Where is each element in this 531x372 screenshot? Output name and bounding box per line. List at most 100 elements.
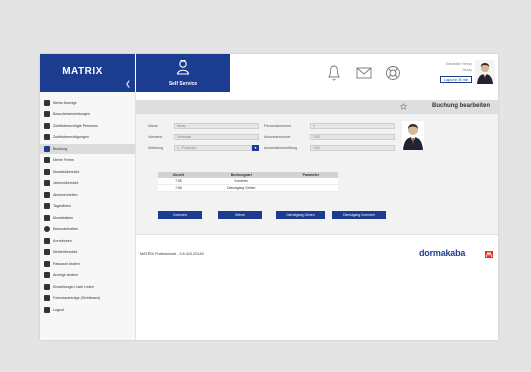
sidebar-item-passwort-aendern[interactable]: Passwort ändern xyxy=(40,259,135,269)
dienstgang-gehen-button[interactable]: Dienstgang Gehen xyxy=(276,211,325,219)
vorname-field[interactable]: Sebastian xyxy=(174,134,259,140)
sidebar-item-einstellungen-listen[interactable]: Einstellungen Liste Listen xyxy=(40,282,135,292)
brand-header: MATRIX ❮ xyxy=(40,54,135,92)
sidebar-item-logout[interactable]: Logout xyxy=(40,305,135,315)
printer-icon xyxy=(44,295,50,302)
ausweisnummer-field[interactable]: 1000 xyxy=(310,134,395,140)
sidebar-item-label: Zutrittsberechtigungen xyxy=(53,135,89,140)
help-lifebuoy-icon[interactable] xyxy=(385,64,401,82)
booking-icon xyxy=(44,145,50,152)
sidebar-item-meine-anzeige[interactable]: Meine Anzeige xyxy=(40,98,135,108)
user-name: Sebastian Nessy xyxy=(445,62,472,66)
kommen-button[interactable]: Kommen xyxy=(158,211,202,219)
sidebar-item-formularantraege[interactable]: Formularanträge (Sichtbaren) xyxy=(40,294,135,304)
sidebar-item-label: Passwort ändern xyxy=(53,261,80,266)
chart-icon xyxy=(44,168,50,175)
name-label: Name xyxy=(148,124,158,128)
sidebar-item-label: Korrekturen xyxy=(53,238,72,243)
vorname-label: Vorname xyxy=(148,135,163,139)
logout-icon xyxy=(44,306,50,313)
sidebar-item-anzeige-aendern[interactable]: Anzeige ändern xyxy=(40,271,135,281)
dormakaba-logo-mark-icon xyxy=(485,251,493,258)
key-icon xyxy=(44,260,50,267)
personalnummer-label: Personalnummer xyxy=(264,124,292,128)
gehen-button[interactable]: Gehen xyxy=(218,211,262,219)
abteilung-select[interactable]: 1 - Produktion xyxy=(174,145,252,151)
user-role: Nessy xyxy=(462,68,472,72)
dienstgang-kommen-button[interactable]: Dienstgang Kommen xyxy=(332,211,386,219)
alert-icon xyxy=(44,226,50,233)
sidebar-item-jahresuebersicht[interactable]: Jahresübersicht xyxy=(40,179,135,189)
sidebar-item-zutrittsberechtigte-personen[interactable]: Zutrittsberechtigte Personen xyxy=(40,121,135,131)
sidebar-item-monatsuebersicht[interactable]: Monatsübersicht xyxy=(40,167,135,177)
sidebar-item-label: Meldeübersicht xyxy=(53,250,78,255)
sidebar-item-label: Zutrittsberechtigte Personen xyxy=(53,123,99,128)
ausweisbeschriftung-label: Ausweisbeschriftung xyxy=(264,146,297,150)
pin-icon xyxy=(44,191,50,198)
mail-icon[interactable] xyxy=(356,64,372,82)
sidebar-item-korrekturen[interactable]: Korrekturen xyxy=(40,236,135,246)
collapse-sidebar-chevron-icon[interactable]: ❮ xyxy=(125,80,131,88)
line-chart-icon xyxy=(44,214,50,221)
sidebar-item-label: Besucheranmeldungen xyxy=(53,112,90,117)
ausweisbeschriftung-field[interactable]: 1000 xyxy=(310,145,395,151)
avatar[interactable] xyxy=(475,60,495,84)
personalnummer-field[interactable]: 0 xyxy=(310,123,395,129)
sidebar-item-label: Besonderheiten xyxy=(53,227,79,232)
sidebar-item-besucheranmeldungen[interactable]: Besucheranmeldungen xyxy=(40,110,135,120)
sidebar-item-buchung[interactable]: Buchung xyxy=(40,144,135,154)
app-window: MATRIX ❮ Self Service Sebastian Nessy Ne… xyxy=(40,54,498,340)
sidebar-item-abwesenheiten[interactable]: Abwesenheiten xyxy=(40,190,135,200)
table-cell: 7:58 xyxy=(158,184,199,192)
sidebar-item-zutrittsberechtigungen[interactable]: Zutrittsberechtigungen xyxy=(40,133,135,143)
chevron-down-icon[interactable]: ▾ xyxy=(252,145,259,151)
sidebar-item-meldeuebersicht[interactable]: Meldeübersicht xyxy=(40,248,135,258)
dormakaba-logo: dormakaba xyxy=(419,248,466,258)
inbox-icon xyxy=(44,249,50,256)
sidebar: Meine Anzeige Besucheranmeldungen Zutrit… xyxy=(40,92,136,340)
sidebar-item-label: Monatslisten xyxy=(53,215,74,220)
people-chart-icon xyxy=(44,180,50,187)
table-cell: Dienstgang Gehen xyxy=(198,184,284,192)
table-cell xyxy=(283,184,338,192)
list-icon xyxy=(44,283,50,290)
sidebar-item-label: Monatsübersicht xyxy=(53,169,80,174)
footer-version: MATRIX Professional - 3.8.410.20143 xyxy=(140,252,204,256)
page-title: Buchung bearbeiten xyxy=(431,103,490,109)
visitor-icon xyxy=(44,111,50,118)
booking-form: Name Nessy Vorname Sebastian Abteilung 1… xyxy=(136,114,498,234)
people-icon xyxy=(44,122,50,129)
favorite-star-icon[interactable] xyxy=(400,103,407,110)
vacation-icon xyxy=(44,157,50,164)
table-row[interactable]: 7:58 Dienstgang Gehen xyxy=(158,184,338,192)
sidebar-item-label: Logout xyxy=(53,307,64,312)
sidebar-item-label: Buchung xyxy=(53,146,68,151)
abteilung-label: Abteilung xyxy=(148,146,163,150)
sidebar-item-monatslisten[interactable]: Monatslisten xyxy=(40,213,135,223)
sidebar-item-label: Formularanträge (Sichtbaren) xyxy=(53,296,101,301)
logout-button[interactable]: Logout in 30 min xyxy=(440,76,472,83)
page-header: Buchung bearbeiten xyxy=(136,100,498,114)
sidebar-item-label: Anzeige ändern xyxy=(53,273,79,278)
sidebar-item-label: Meine Ferien xyxy=(53,158,74,163)
sidebar-item-label: Meine Anzeige xyxy=(53,100,77,105)
self-service-person-icon xyxy=(176,60,190,75)
sidebar-item-meine-ferien[interactable]: Meine Ferien xyxy=(40,156,135,166)
wrench-icon xyxy=(44,237,50,244)
brand-title: MATRIX xyxy=(62,66,103,77)
name-field[interactable]: Nessy xyxy=(174,123,259,129)
sidebar-item-label: Einstellungen Liste Listen xyxy=(53,284,94,289)
calendar-icon xyxy=(44,134,50,141)
self-service-module-button[interactable]: Self Service xyxy=(136,54,230,92)
footer-divider xyxy=(136,234,498,235)
booking-table: Uhrzeit Buchungsart Parameter 7:55 Komme… xyxy=(158,172,338,192)
sidebar-item-label: Jahresübersicht xyxy=(53,181,79,186)
pencil-icon xyxy=(44,272,50,279)
sidebar-item-tageslisten[interactable]: Tageslisten xyxy=(40,202,135,212)
bell-icon[interactable] xyxy=(328,64,340,82)
sidebar-item-besonderheiten[interactable]: Besonderheiten xyxy=(40,225,135,235)
monitor-icon xyxy=(44,99,50,106)
employee-photo xyxy=(402,121,424,150)
self-service-label: Self Service xyxy=(168,81,198,87)
sidebar-item-label: Abwesenheiten xyxy=(53,192,78,197)
